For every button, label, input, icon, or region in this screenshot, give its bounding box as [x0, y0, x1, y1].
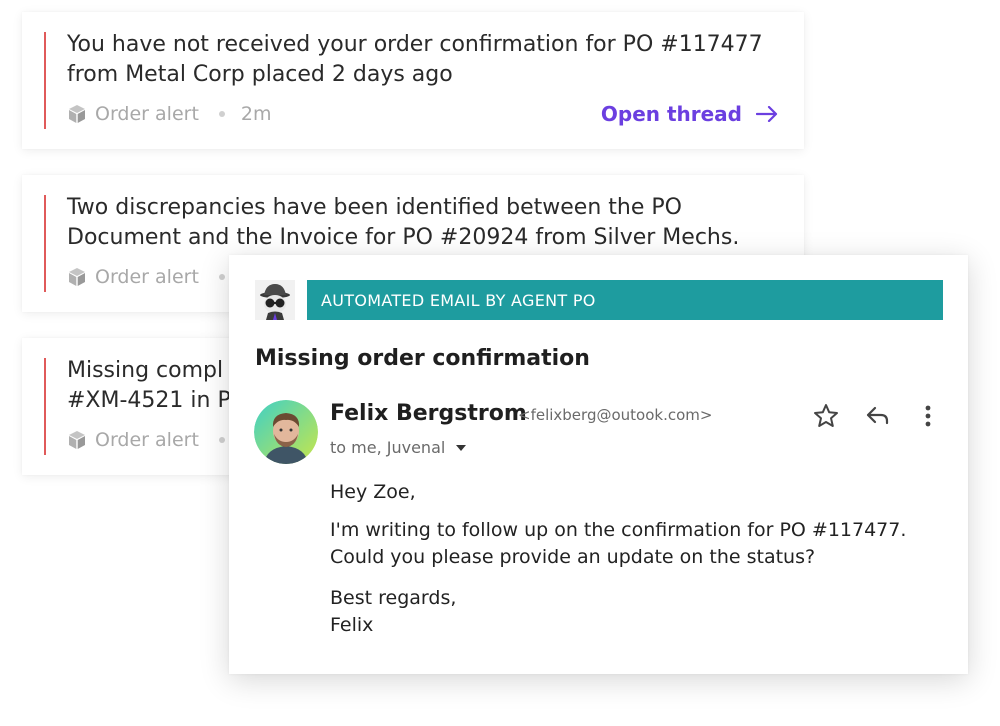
- alert-meta: Order alert 2m: [67, 102, 272, 126]
- reply-icon[interactable]: [865, 403, 891, 429]
- alert-type: Order alert: [95, 266, 199, 288]
- email-signoff: Best regards, Felix: [330, 587, 457, 636]
- agent-spy-icon: [255, 280, 295, 320]
- separator-dot: [218, 437, 225, 443]
- alert-meta: Order alert: [67, 428, 241, 452]
- recipients-label: to me, Juvenal: [330, 438, 446, 457]
- alert-time: 2m: [240, 103, 272, 125]
- separator-dot: [218, 111, 225, 117]
- separator-dot: [218, 274, 225, 280]
- alert-message: You have not received your order confirm…: [67, 32, 763, 87]
- alert-message: Two discrepancies have been identified b…: [67, 195, 740, 250]
- email-panel: AUTOMATED EMAIL BY AGENT PO Missing orde…: [229, 255, 968, 674]
- open-thread-button[interactable]: Open thread: [601, 102, 778, 126]
- avatar: [254, 400, 318, 464]
- alert-indicator-bar: [44, 32, 46, 129]
- arrow-right-icon: [756, 106, 778, 122]
- alert-indicator-bar: [44, 195, 46, 292]
- alert-meta: Order alert: [67, 265, 241, 289]
- alert-indicator-bar: [44, 358, 46, 455]
- sender-name: Felix Bergstrom: [330, 401, 527, 426]
- open-thread-label: Open thread: [600, 102, 742, 126]
- email-body: I'm writing to follow up on the confirma…: [330, 519, 907, 568]
- alert-card: You have not received your order confirm…: [22, 12, 804, 149]
- more-vertical-icon[interactable]: [915, 403, 941, 429]
- sender-email: <felixberg@outook.com>: [518, 406, 713, 424]
- caret-down-icon: [456, 444, 467, 451]
- alert-type: Order alert: [95, 429, 199, 451]
- star-icon[interactable]: [813, 403, 839, 429]
- cube-icon: [69, 431, 85, 449]
- cube-icon: [69, 268, 85, 286]
- email-greeting: Hey Zoe,: [330, 481, 416, 503]
- automated-email-banner: AUTOMATED EMAIL BY AGENT PO: [307, 280, 943, 320]
- recipients-toggle[interactable]: to me, Juvenal: [330, 438, 467, 457]
- alert-type: Order alert: [95, 103, 199, 125]
- email-subject: Missing order confirmation: [255, 346, 590, 371]
- cube-icon: [69, 105, 85, 123]
